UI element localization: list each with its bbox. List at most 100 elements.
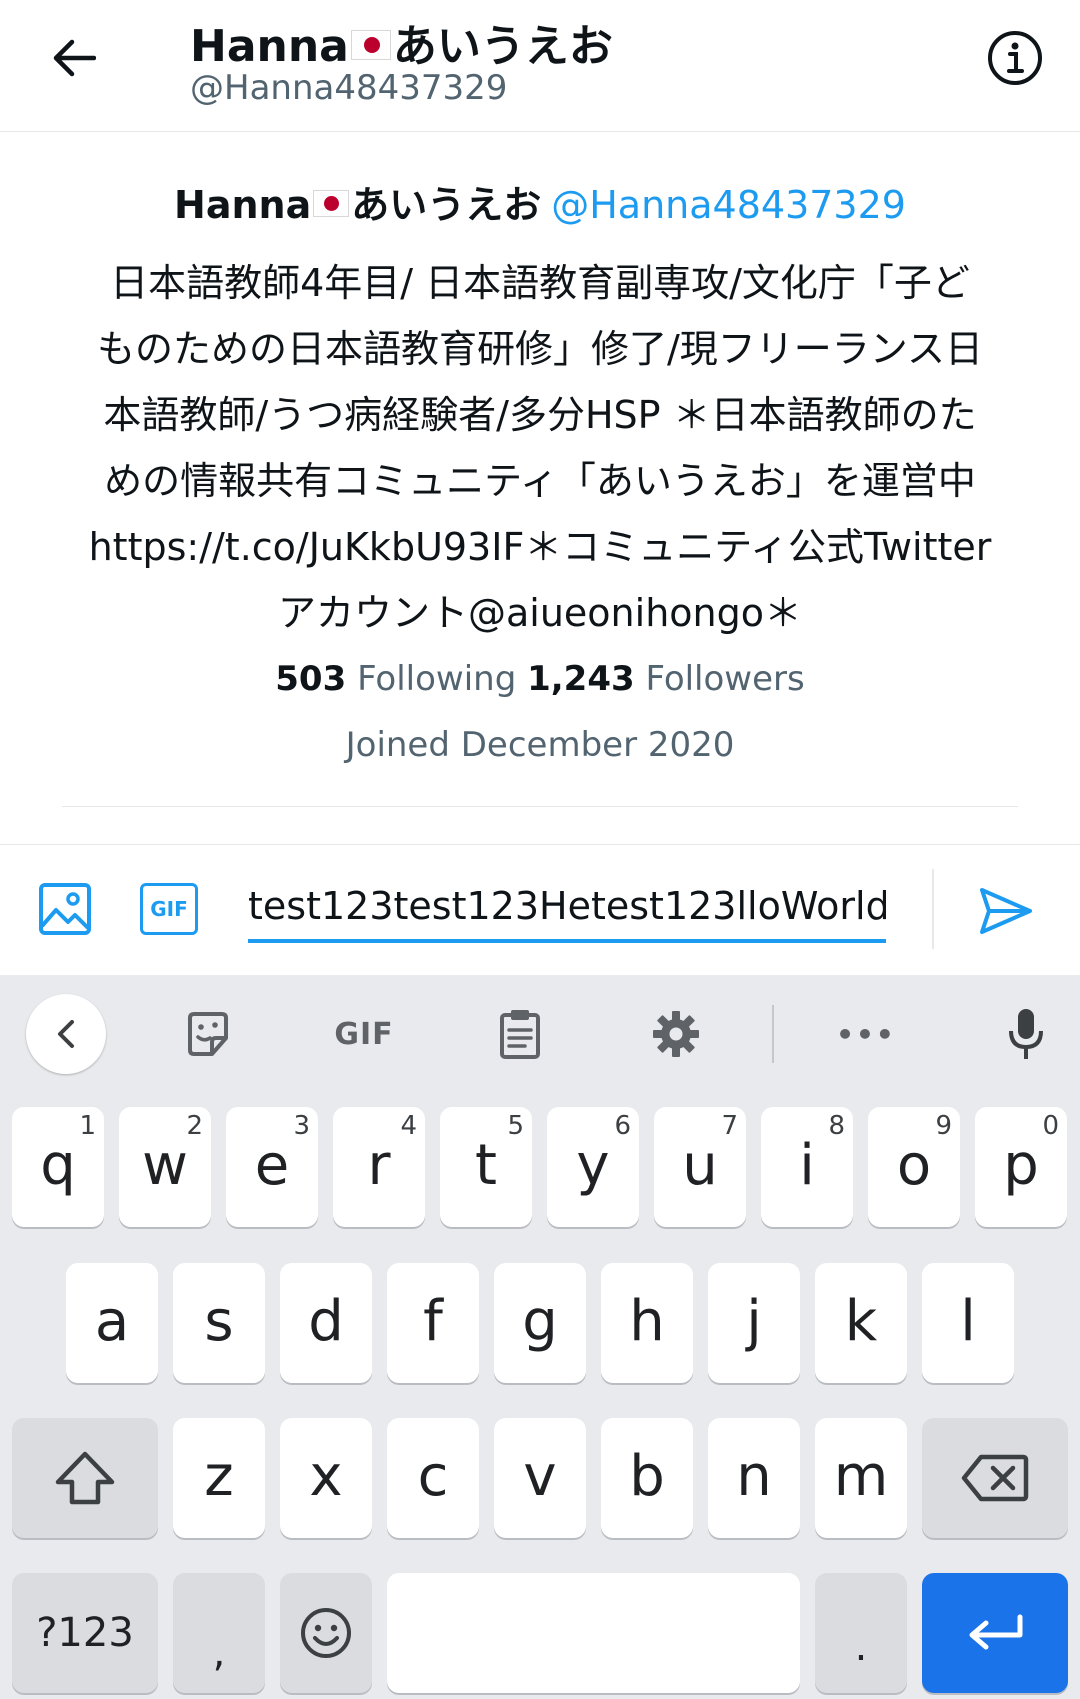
key-label: b	[629, 1443, 665, 1509]
following-label: Following	[357, 659, 517, 699]
key-h[interactable]: h	[601, 1263, 693, 1383]
message-composer: GIF	[0, 845, 1080, 975]
key-y[interactable]: 6y	[547, 1107, 639, 1227]
gear-icon	[653, 1011, 699, 1057]
key-i[interactable]: 8i	[761, 1107, 853, 1227]
add-gif-button[interactable]: GIF	[140, 883, 198, 935]
sticker-button[interactable]	[168, 994, 248, 1074]
more-options-button[interactable]: •••	[826, 994, 906, 1074]
profile-handle[interactable]: @Hanna48437329	[551, 183, 906, 227]
key-hint: 5	[507, 1111, 524, 1141]
key-b[interactable]: b	[601, 1418, 693, 1538]
profile-summary: Hanna あいうえお @Hanna48437329 日本語教師4年目/ 日本語教育…	[0, 160, 1080, 778]
key-f[interactable]: f	[387, 1263, 479, 1383]
backspace-key[interactable]	[922, 1418, 1068, 1538]
key-q[interactable]: 1q	[12, 1107, 104, 1227]
keyboard-gif-button[interactable]: GIF	[324, 994, 404, 1074]
key-z[interactable]: z	[173, 1418, 265, 1538]
message-input[interactable]	[248, 873, 886, 943]
comma-key[interactable]: ,	[173, 1573, 265, 1693]
key-label: r	[367, 1132, 391, 1198]
key-e[interactable]: 3e	[226, 1107, 318, 1227]
following-stat[interactable]: 503 Following	[275, 659, 516, 699]
key-label: u	[682, 1132, 718, 1198]
conversation-header: Hanna あいうえお @Hanna48437329	[0, 0, 1080, 132]
emoji-key[interactable]	[280, 1573, 372, 1693]
key-n[interactable]: n	[708, 1418, 800, 1538]
period-key[interactable]: .	[815, 1573, 907, 1693]
key-label: ,	[212, 1630, 226, 1676]
key-d[interactable]: d	[280, 1263, 372, 1383]
key-hint: 9	[935, 1111, 952, 1141]
settings-button[interactable]	[636, 994, 716, 1074]
microphone-icon	[1009, 1009, 1043, 1059]
shift-icon	[55, 1451, 115, 1505]
key-o[interactable]: 9o	[868, 1107, 960, 1227]
follow-stats: 503 Following 1,243 Followers	[0, 646, 1080, 712]
bio-line: めの情報共有コミュニティ「あいうえお」を運営中	[104, 459, 976, 503]
key-c[interactable]: c	[387, 1418, 479, 1538]
key-label: k	[844, 1288, 878, 1354]
header-handle: @Hanna48437329	[190, 68, 508, 108]
bio-line: ものための日本語教育研修」修了/現フリーランス日	[96, 327, 984, 371]
key-hint: 0	[1042, 1111, 1059, 1141]
key-label: i	[799, 1132, 815, 1198]
key-j[interactable]: j	[708, 1263, 800, 1383]
key-a[interactable]: a	[66, 1263, 158, 1383]
key-x[interactable]: x	[280, 1418, 372, 1538]
following-count: 503	[275, 659, 347, 699]
info-icon	[988, 31, 1042, 85]
voice-input-button[interactable]	[986, 994, 1066, 1074]
key-label: n	[736, 1443, 772, 1509]
key-r[interactable]: 4r	[333, 1107, 425, 1227]
key-w[interactable]: 2w	[119, 1107, 211, 1227]
profile-bio: 日本語教師4年目/ 日本語教育副専攻/文化庁「子ど ものための日本語教育研修」修…	[40, 250, 1040, 646]
symbols-key[interactable]: ?123	[12, 1573, 158, 1693]
followers-stat[interactable]: 1,243 Followers	[527, 659, 805, 699]
add-photo-button[interactable]	[36, 880, 94, 938]
sticker-icon	[188, 1012, 228, 1056]
bio-line: 日本語教師4年目/ 日本語教育副専攻/文化庁「子ど	[110, 261, 970, 305]
key-label: e	[254, 1132, 290, 1198]
shift-key[interactable]	[12, 1418, 158, 1538]
key-label: o	[896, 1132, 932, 1198]
key-l[interactable]: l	[922, 1263, 1014, 1383]
emoji-icon	[301, 1608, 351, 1658]
profile-name-line: Hanna あいうえお @Hanna48437329	[0, 160, 1080, 250]
key-hint: 6	[614, 1111, 631, 1141]
key-m[interactable]: m	[815, 1418, 907, 1538]
divider	[62, 806, 1018, 807]
enter-key[interactable]	[922, 1573, 1068, 1693]
on-screen-keyboard: GIF ••• 1 q 2 w 3 e 4 r 5 t 6 y 7 u 8 i …	[0, 975, 1080, 1699]
key-g[interactable]: g	[494, 1263, 586, 1383]
key-v[interactable]: v	[494, 1418, 586, 1538]
image-icon	[39, 883, 91, 935]
keyboard-toolbar: GIF •••	[0, 975, 1080, 1093]
key-label: f	[423, 1288, 443, 1354]
arrow-left-icon	[53, 39, 96, 77]
profile-name[interactable]: Hanna あいうえお	[174, 183, 541, 227]
key-t[interactable]: 5t	[440, 1107, 532, 1227]
key-label: p	[1003, 1132, 1039, 1198]
key-label: t	[475, 1132, 497, 1198]
info-button[interactable]	[984, 27, 1046, 89]
space-key[interactable]	[387, 1573, 800, 1693]
bio-line: https://t.co/JuKkbU93IF＊コミュニティ公式Twitter	[88, 525, 992, 569]
clipboard-button[interactable]	[480, 994, 560, 1074]
key-label: c	[417, 1443, 449, 1509]
key-k[interactable]: k	[815, 1263, 907, 1383]
followers-count: 1,243	[527, 659, 635, 699]
clipboard-icon	[500, 1010, 540, 1059]
key-p[interactable]: 0p	[975, 1107, 1067, 1227]
key-hint: 3	[293, 1111, 310, 1141]
key-label: g	[522, 1288, 558, 1354]
key-s[interactable]: s	[173, 1263, 265, 1383]
key-u[interactable]: 7u	[654, 1107, 746, 1227]
back-button[interactable]	[40, 24, 108, 92]
key-label: s	[204, 1288, 234, 1354]
keyboard-collapse-button[interactable]	[26, 994, 106, 1074]
key-label: w	[142, 1132, 188, 1198]
key-hint: 4	[400, 1111, 417, 1141]
send-button[interactable]	[974, 879, 1038, 943]
header-name: Hanna	[190, 21, 349, 72]
